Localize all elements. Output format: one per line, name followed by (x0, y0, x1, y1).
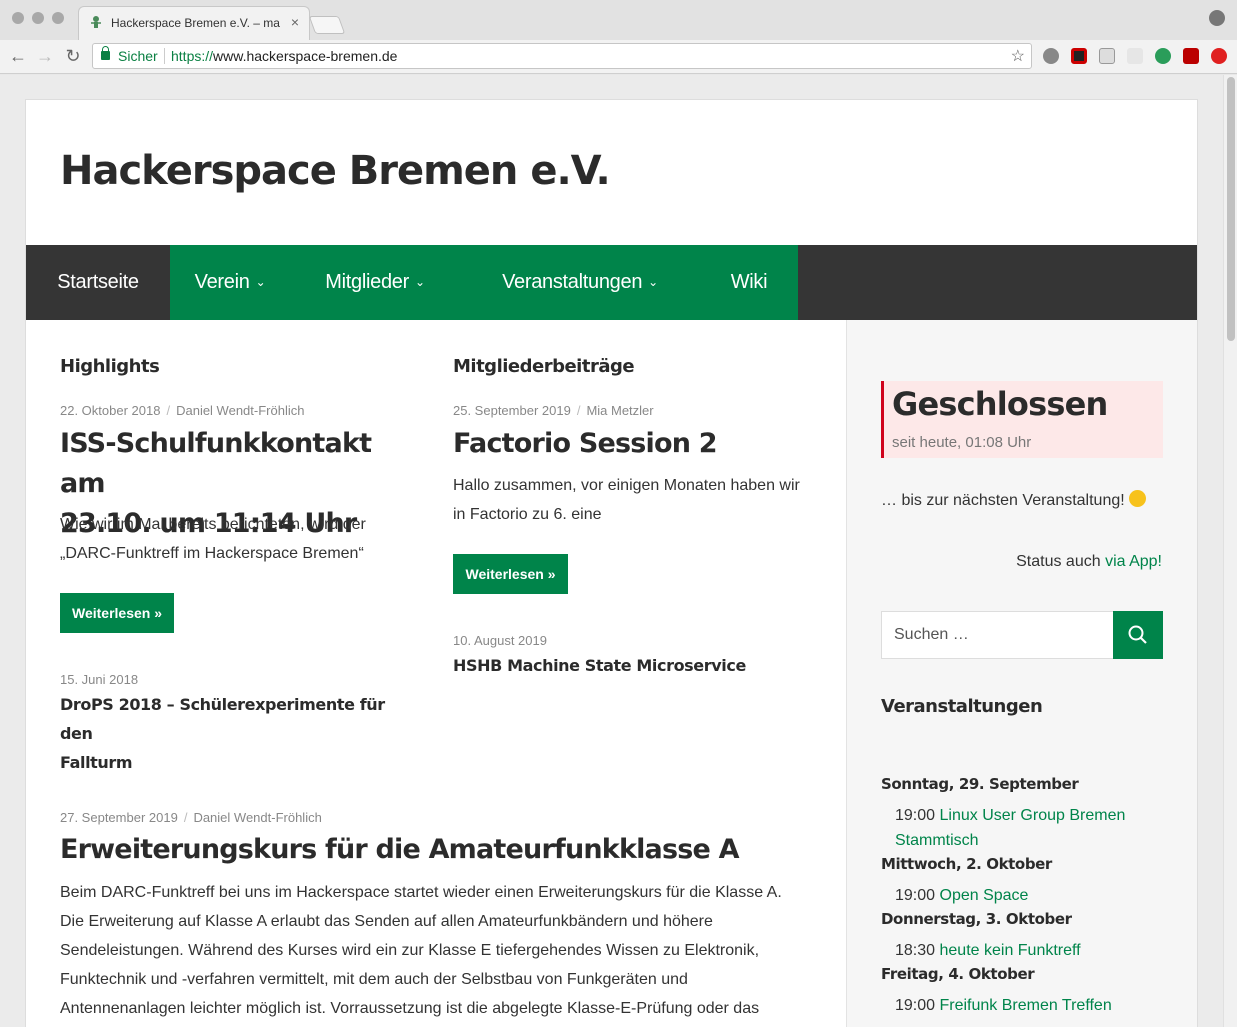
chevron-down-icon: ⌄ (255, 275, 266, 289)
search-icon (1128, 625, 1147, 644)
post-author[interactable]: Mia Metzler (586, 403, 653, 418)
star-icon[interactable]: ☆ (1011, 46, 1025, 66)
site-container: Hackerspace Bremen e.V. Startseite Verei… (25, 99, 1198, 1027)
status-app-text: Status auch via App! (1016, 553, 1162, 570)
search-button[interactable] (1113, 611, 1163, 659)
event-link[interactable]: Open Space (940, 887, 1029, 904)
lock-icon (101, 46, 110, 60)
post-title[interactable]: HSHB Machine State Microservice (453, 651, 746, 680)
event-day: Mittwoch, 2. Oktober (881, 855, 1052, 873)
extension-redbox-icon[interactable] (1071, 48, 1087, 64)
article-title[interactable]: Erweiterungskurs für die Amateurfunkklas… (60, 830, 740, 870)
status-next-text: … bis zur nächsten Veranstaltung! (881, 490, 1147, 510)
nav-item-wiki[interactable]: Wiki (700, 245, 798, 320)
extension-s-icon[interactable] (1099, 48, 1115, 64)
article-body: Beim DARC-Funktreff bei uns im Hackerspa… (60, 884, 782, 1017)
tab-title: Hackerspace Bremen e.V. – ma (111, 16, 280, 30)
event-day: Donnerstag, 3. Oktober (881, 910, 1072, 928)
reload-icon[interactable]: ↻ (63, 45, 83, 67)
address-bar[interactable]: Sicher https://www.hackerspace-bremen.de… (92, 43, 1032, 69)
extension-shield-icon[interactable] (1127, 48, 1143, 64)
post-meta: 27. September 2019/Daniel Wendt-Fröhlich (60, 810, 322, 825)
post-date[interactable]: 27. September 2019 (60, 810, 178, 825)
extension-green-icon[interactable] (1155, 48, 1171, 64)
event-day: Sonntag, 29. September (881, 775, 1079, 793)
back-arrow-icon[interactable]: ← (8, 45, 28, 67)
event-item: 19:00 Freifunk Bremen Treffen (895, 997, 1112, 1014)
search-form: Suchen … (881, 611, 1163, 659)
smiley-icon (1129, 490, 1147, 507)
maximize-window-icon[interactable] (52, 12, 64, 24)
post-date[interactable]: 15. Juni 2018 (60, 672, 138, 687)
post-title[interactable]: DroPS 2018 – Schülerexperimente für den … (60, 690, 420, 777)
profile-icon[interactable] (1209, 10, 1225, 26)
hackerspace-favicon-icon (91, 16, 101, 28)
page-viewport: Hackerspace Bremen e.V. Startseite Verei… (0, 75, 1237, 1027)
status-box: Geschlossen seit heute, 01:08 Uhr (881, 381, 1163, 458)
post-author[interactable]: Daniel Wendt-Fröhlich (176, 403, 304, 418)
extension-red-circle-icon[interactable] (1211, 48, 1227, 64)
read-more-button[interactable]: Weiterlesen » (453, 554, 568, 594)
sidebar: Geschlossen seit heute, 01:08 Uhr … bis … (846, 320, 1197, 1027)
event-link[interactable]: heute kein Funktreff (940, 942, 1081, 959)
url-separator (164, 48, 165, 64)
close-window-icon[interactable] (12, 12, 24, 24)
extension-ublock-icon[interactable] (1183, 48, 1199, 64)
site-title[interactable]: Hackerspace Bremen e.V. (60, 148, 611, 194)
nav-item-mitglieder[interactable]: Mitglieder ⌄ (290, 245, 460, 320)
event-item: 18:30 heute kein Funktreff (895, 942, 1081, 959)
post-author[interactable]: Daniel Wendt-Fröhlich (193, 810, 321, 825)
chevron-down-icon: ⌄ (414, 275, 425, 289)
forward-arrow-icon[interactable]: → (35, 45, 55, 67)
browser-tab[interactable]: Hackerspace Bremen e.V. – ma × (78, 6, 310, 40)
members-heading: Mitgliederbeiträge (453, 356, 635, 377)
scrollbar-thumb[interactable] (1227, 77, 1235, 341)
nav-item-veranstaltungen[interactable]: Veranstaltungen ⌄ (460, 245, 700, 320)
events-heading: Veranstaltungen (881, 696, 1043, 717)
status-title: Geschlossen (892, 385, 1108, 423)
new-tab-button[interactable] (308, 16, 346, 34)
secure-label: Sicher (118, 48, 158, 64)
browser-toolbar: ← → ↻ Sicher https://www.hackerspace-bre… (0, 40, 1237, 74)
post-excerpt: Wie wir im Mai bereits berichteten, wird… (60, 516, 366, 562)
extension-gear-icon[interactable] (1043, 48, 1059, 64)
highlights-heading: Highlights (60, 356, 160, 377)
browser-tabbar: Hackerspace Bremen e.V. – ma × (0, 0, 1237, 40)
main-navigation: Startseite Verein ⌄ Mitglieder ⌄ Veranstal… (26, 245, 1197, 320)
post-date[interactable]: 22. Oktober 2018 (60, 403, 160, 418)
event-item: 19:00 Linux User Group Bremen Stammtisch (895, 807, 1126, 849)
chevron-down-icon: ⌄ (648, 275, 658, 289)
event-item: 19:00 Open Space (895, 887, 1029, 904)
post-title[interactable]: Factorio Session 2 (453, 424, 718, 464)
minimize-window-icon[interactable] (32, 12, 44, 24)
read-more-button[interactable]: Weiterlesen » (60, 593, 174, 633)
url-text[interactable]: https://www.hackerspace-bremen.de (171, 48, 397, 64)
search-input[interactable]: Suchen … (881, 611, 1114, 659)
event-day: Freitag, 4. Oktober (881, 965, 1035, 983)
post-date[interactable]: 25. September 2019 (453, 403, 571, 418)
status-since: seit heute, 01:08 Uhr (892, 434, 1032, 451)
event-link[interactable]: Freifunk Bremen Treffen (940, 997, 1112, 1014)
nav-item-startseite[interactable]: Startseite (26, 245, 170, 320)
post-excerpt: Hallo zusammen, vor einigen Monaten habe… (453, 477, 800, 523)
post-date[interactable]: 10. August 2019 (453, 633, 547, 648)
page-scrollbar[interactable] (1223, 75, 1237, 1027)
post-meta: 25. September 2019/Mia Metzler (453, 403, 654, 418)
tab-close-icon[interactable]: × (291, 14, 299, 30)
nav-item-verein[interactable]: Verein ⌄ (170, 245, 290, 320)
post-meta: 22. Oktober 2018/Daniel Wendt-Fröhlich (60, 403, 305, 418)
app-link[interactable]: via App! (1105, 553, 1162, 570)
